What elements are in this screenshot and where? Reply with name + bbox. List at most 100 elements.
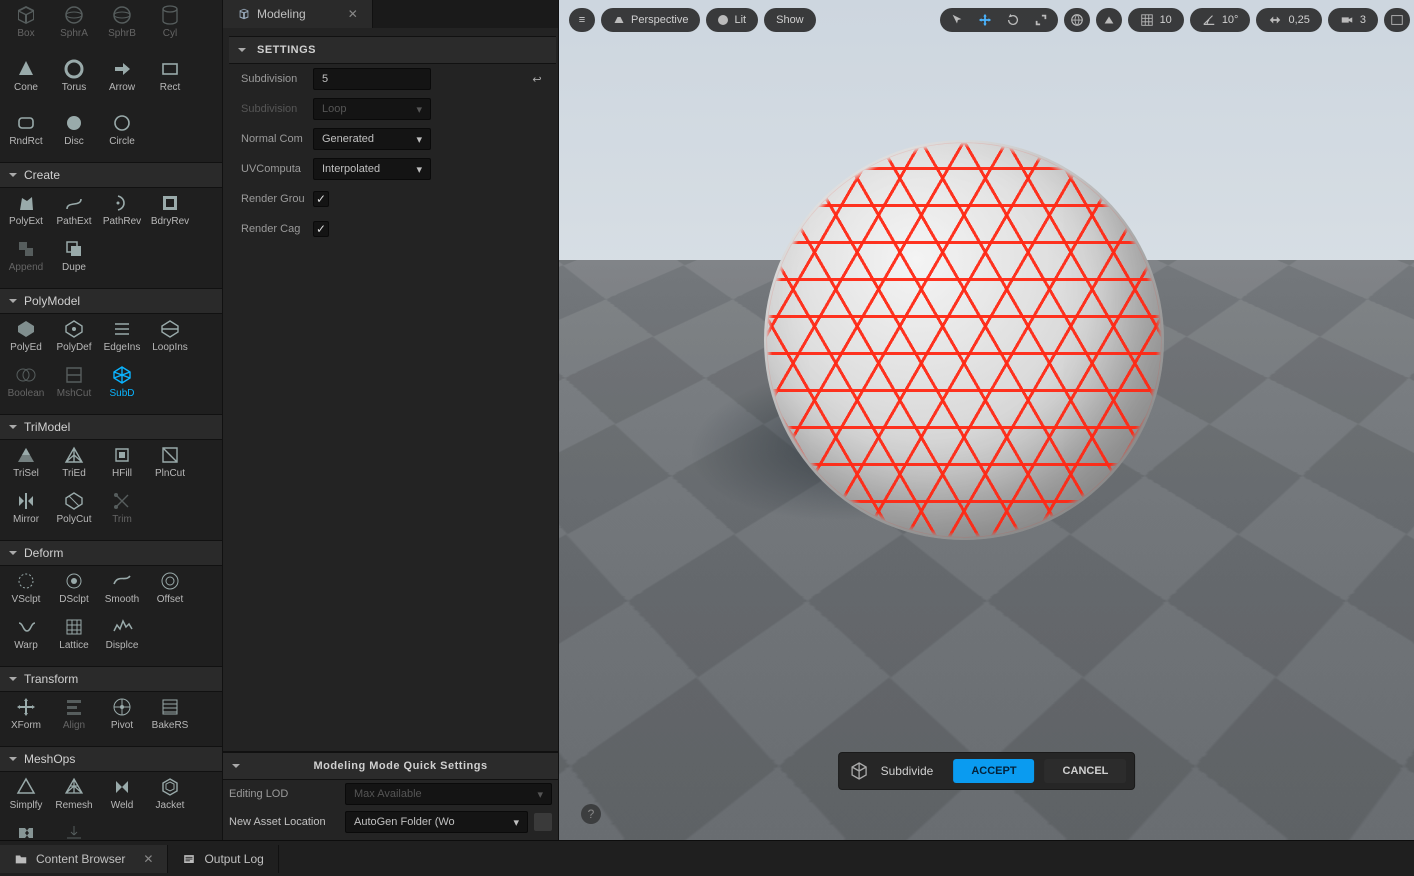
accept-button[interactable]: ACCEPT xyxy=(953,759,1034,783)
coord-space-button[interactable] xyxy=(1064,8,1090,32)
tool-pathext[interactable]: PathExt xyxy=(51,192,97,236)
tool-project[interactable]: Project xyxy=(51,822,97,840)
scale-tool-icon[interactable] xyxy=(1028,11,1054,29)
hamburger-icon: ≡ xyxy=(579,14,585,26)
group-header-transform[interactable]: Transform xyxy=(0,666,222,692)
tool-smooth[interactable]: Smooth xyxy=(99,570,145,614)
group-header-create[interactable]: Create xyxy=(0,162,222,188)
tool-polyext[interactable]: PolyExt xyxy=(3,192,49,236)
group-header-polymodel[interactable]: PolyModel xyxy=(0,288,222,314)
tool-rndrct[interactable]: RndRct xyxy=(3,112,49,156)
tool-cyl[interactable]: Cyl xyxy=(147,4,193,48)
tool-cone[interactable]: Cone xyxy=(3,58,49,102)
tool-trisel[interactable]: TriSel xyxy=(3,444,49,488)
tool-boolean[interactable]: Boolean xyxy=(3,364,49,408)
tab-content-browser[interactable]: Content Browser ✕ xyxy=(0,845,168,873)
tool-plncut[interactable]: PlnCut xyxy=(147,444,193,488)
tab-close-icon[interactable]: ✕ xyxy=(143,852,153,866)
tool-remesh[interactable]: Remesh xyxy=(51,776,97,820)
quick-settings-header[interactable]: Modeling Mode Quick Settings xyxy=(223,752,558,780)
tool-circle[interactable]: Circle xyxy=(99,112,145,156)
group-header-deform[interactable]: Deform xyxy=(0,540,222,566)
tool-bdryrev[interactable]: BdryRev xyxy=(147,192,193,236)
viewport-perspective-button[interactable]: Perspective xyxy=(601,8,700,32)
viewport-menu-button[interactable]: ≡ xyxy=(569,8,595,32)
tool-torus[interactable]: Torus xyxy=(51,58,97,102)
tool-dupe[interactable]: Dupe xyxy=(51,238,97,282)
cancel-button[interactable]: CANCEL xyxy=(1045,759,1127,783)
move-tool-icon[interactable] xyxy=(972,11,998,29)
viewport-show-button[interactable]: Show xyxy=(764,8,816,32)
tool-mirror[interactable]: Mirror xyxy=(3,490,49,534)
checkbox-rendergroup[interactable] xyxy=(313,191,329,207)
select-tool-icon[interactable] xyxy=(944,11,970,29)
checkbox-rendercage[interactable] xyxy=(313,221,329,237)
help-icon[interactable]: ? xyxy=(581,804,601,824)
tool-align[interactable]: Align xyxy=(51,696,97,740)
tab-close-icon[interactable]: ✕ xyxy=(348,7,358,21)
tool-pathrev[interactable]: PathRev xyxy=(99,192,145,236)
tool-vsclpt[interactable]: VSclpt xyxy=(3,570,49,614)
tool-rect[interactable]: Rect xyxy=(147,58,193,102)
select-editing-lod[interactable]: Max Available ▾ xyxy=(345,783,552,805)
tool-vsclpt-label: VSclpt xyxy=(12,594,41,605)
tool-box-label: Box xyxy=(17,28,34,39)
tab-modeling[interactable]: Modeling ✕ xyxy=(223,0,373,28)
tool-offset-label: Offset xyxy=(157,594,184,605)
toolbox-panel[interactable]: Box SphrASphrBCyl ConeTorusArrowRect RndRct… xyxy=(0,0,222,840)
tool-bakers[interactable]: BakeRS xyxy=(147,696,193,740)
tool-merge[interactable]: Merge xyxy=(3,822,49,840)
snap-surface-button[interactable] xyxy=(1096,8,1122,32)
group-header-trimodel[interactable]: TriModel xyxy=(0,414,222,440)
scale-snap-button[interactable]: 0,25 xyxy=(1256,8,1321,32)
tool-mshcut-label: MshCut xyxy=(57,388,91,399)
tool-offset[interactable]: Offset xyxy=(147,570,193,614)
color-swatch[interactable] xyxy=(534,813,552,831)
tool-polydef[interactable]: PolyDef xyxy=(51,318,97,362)
revert-subdivision-icon[interactable]: ↩ xyxy=(526,68,548,90)
viewport-layout-button[interactable] xyxy=(1384,8,1410,32)
tool-hfill[interactable]: HFill xyxy=(99,444,145,488)
tool-tried[interactable]: TriEd xyxy=(51,444,97,488)
tab-output-log[interactable]: Output Log xyxy=(168,845,278,873)
tool-warp[interactable]: Warp xyxy=(3,616,49,660)
tool-sphra[interactable]: SphrA xyxy=(51,4,97,48)
tool-grid-shapes_row0: Box SphrASphrBCyl xyxy=(0,0,222,54)
tool-sphrb[interactable]: SphrB xyxy=(99,4,145,48)
select-uv[interactable]: Interpolated ▾ xyxy=(313,158,431,180)
tool-disc[interactable]: Disc xyxy=(51,112,97,156)
select-normal[interactable]: Generated ▾ xyxy=(313,128,431,150)
tool-polyed[interactable]: PolyEd xyxy=(3,318,49,362)
select-new-asset-location[interactable]: AutoGen Folder (Wo ▾ xyxy=(345,811,528,833)
tool-jacket[interactable]: Jacket xyxy=(147,776,193,820)
tool-xform[interactable]: XForm xyxy=(3,696,49,740)
tool-trim[interactable]: Trim xyxy=(99,490,145,534)
tool-dsclpt[interactable]: DSclpt xyxy=(51,570,97,614)
section-settings-header[interactable]: SETTINGS xyxy=(229,36,556,64)
tool-pivot[interactable]: Pivot xyxy=(99,696,145,740)
tool-append[interactable]: Append xyxy=(3,238,49,282)
grid-snap-button[interactable]: 10 xyxy=(1128,8,1184,32)
rotate-tool-icon[interactable] xyxy=(1000,11,1026,29)
viewport-lit-button[interactable]: Lit xyxy=(706,8,758,32)
tool-weld[interactable]: Weld xyxy=(99,776,145,820)
viewport-sphere[interactable] xyxy=(764,140,1164,540)
viewport[interactable]: ≡ Perspective Lit Show xyxy=(559,0,1414,840)
tool-edgeins[interactable]: EdgeIns xyxy=(99,318,145,362)
tool-lattice[interactable]: Lattice xyxy=(51,616,97,660)
panel-tabrow: Modeling ✕ xyxy=(223,0,558,28)
tool-displce[interactable]: Displce xyxy=(99,616,145,660)
group-header-meshops[interactable]: MeshOps xyxy=(0,746,222,772)
tool-loopins[interactable]: LoopIns xyxy=(147,318,193,362)
tool-mshcut[interactable]: MshCut xyxy=(51,364,97,408)
tool-subd[interactable]: SubD xyxy=(99,364,145,408)
camera-speed-button[interactable]: 3 xyxy=(1328,8,1378,32)
tool-simplfy[interactable]: Simplfy xyxy=(3,776,49,820)
angle-snap-button[interactable]: 10° xyxy=(1190,8,1251,32)
transform-gizmo-group xyxy=(940,8,1058,32)
trim-icon xyxy=(111,490,133,512)
input-subdivision[interactable] xyxy=(313,68,431,90)
tool-box[interactable]: Box xyxy=(3,4,49,48)
tool-polycut[interactable]: PolyCut xyxy=(51,490,97,534)
tool-arrow[interactable]: Arrow xyxy=(99,58,145,102)
